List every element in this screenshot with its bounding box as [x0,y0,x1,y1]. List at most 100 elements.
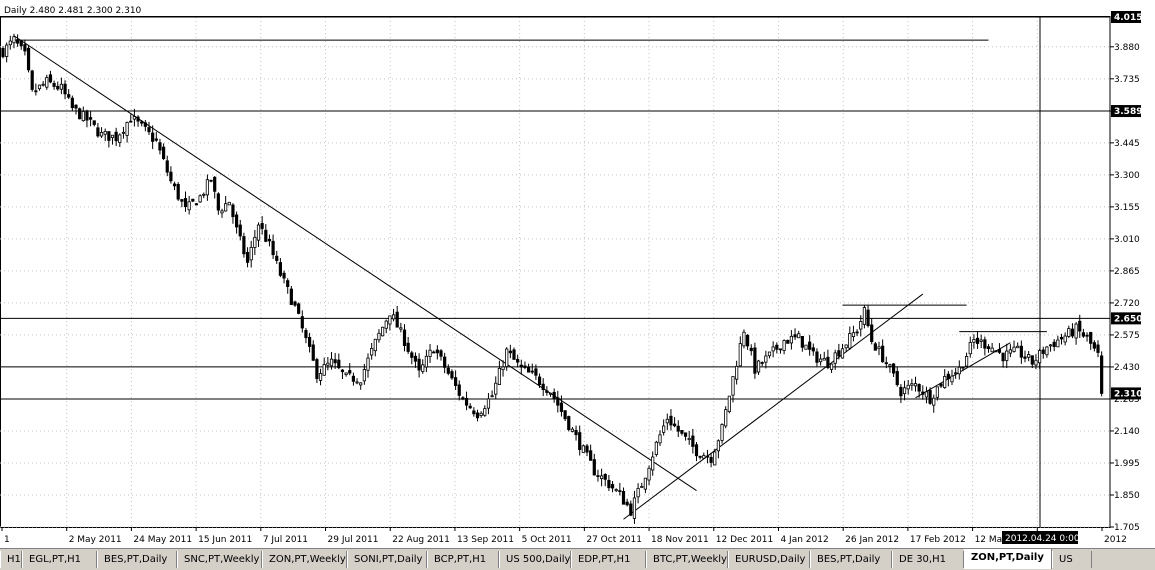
chart-tab[interactable]: EDP,PT,H1 [571,551,646,568]
candle-body [881,345,885,363]
candle [355,378,359,385]
candle-body [1019,345,1023,358]
candle-body [778,348,783,351]
candle [815,348,819,367]
chart-tab[interactable]: H1 [0,551,22,568]
candle [92,120,96,127]
candle-body [410,352,414,358]
candle [676,420,680,437]
chart-tab[interactable]: BES,PT,Daily [810,551,892,568]
candle-body [121,131,126,134]
candle-body [753,347,757,374]
candle-body [1063,335,1067,343]
chart-tab[interactable]: BTC,PT,Weekly [646,551,728,568]
candle-body [5,44,9,57]
candle-body [1096,344,1100,353]
candle-body [603,474,607,480]
candle-body [782,340,786,351]
candle [198,194,202,203]
y-tick-label: 3.445 [1114,139,1140,149]
candle-body [475,412,480,419]
candle-body [472,410,476,415]
candle-body [760,362,764,364]
candle [439,349,443,361]
candle [1100,351,1104,397]
candle [1052,339,1056,352]
candle [808,335,812,356]
candle [118,133,122,147]
candle-body [282,272,286,279]
candle-body [979,339,983,342]
chart-tab[interactable]: SNC,PT,Weekly [177,551,262,568]
candle-body [647,467,651,481]
candle-body [340,369,345,373]
price-chart[interactable]: 3.880 3.735 3.589 3.445 3.300 3.155 3.010 2.865… [0,0,1155,548]
candle [475,409,480,422]
candle-body [990,347,994,353]
x-tick-label: 29 Jul 2011 [328,535,379,545]
chart-tab[interactable]: SONI,PT,Daily [347,551,427,568]
candle-body [344,372,348,376]
candle [307,332,312,353]
candle-body [837,350,841,357]
candle-body [329,358,334,367]
chart-tab[interactable]: EGL,PT,H1 [22,551,97,568]
candle-body [1034,359,1038,366]
candle [811,343,815,356]
y-tick-label: 2.430 [1114,363,1140,373]
candle-body [136,116,140,122]
chart-tab[interactable]: ZON,PT,Weekly [262,551,347,568]
candle-body [724,409,728,427]
candle [975,330,980,349]
chart-tab[interactable]: DE 30,H1 [892,551,964,568]
candle [359,382,363,390]
candle [607,474,611,491]
candle [735,360,739,385]
chart-tab[interactable]: US 500,Daily [499,551,571,568]
chart-tab[interactable]: BES,PT,Daily [97,551,177,568]
candle [461,396,465,401]
candle-body [899,386,903,397]
candle [782,339,786,355]
candle-body [892,363,896,374]
candle-body [636,488,640,498]
candle-body [297,303,301,314]
candle-body [224,203,228,212]
candle [205,174,209,201]
candle-body [932,397,936,406]
candle [446,364,450,376]
chart-tab[interactable]: ZON,PT,Daily [964,549,1052,569]
candle-body [756,360,761,373]
candle-body [844,344,848,349]
candle-body [1005,350,1009,361]
candle-body [559,402,564,412]
candle-body [293,301,297,306]
chart-tab[interactable]: BCP,PT,H1 [427,551,499,568]
candle [574,425,578,441]
candle [78,107,82,120]
candle [848,326,852,351]
candle-body [625,501,629,506]
x-tick-label: 22 Aug 2011 [392,535,450,545]
candle [209,179,213,183]
candle [1070,323,1075,339]
candle [563,410,567,421]
candle-body [242,236,246,255]
candle-body [855,331,859,334]
candle [85,109,89,128]
candle [1,46,5,59]
candle [771,341,775,358]
chart-tab[interactable]: US [1052,551,1092,568]
candle [63,80,67,100]
chart-tab[interactable]: EURUSD,Daily [728,551,810,568]
candle-body [917,384,921,392]
candle-body [249,246,253,261]
crosshair-time-label: 2012.04.24 0:00 [1005,534,1080,544]
candle [797,330,801,339]
candle-body [439,350,443,357]
candle-body [406,342,410,352]
candle-body [304,330,308,339]
candle [603,473,607,487]
candle [610,481,615,493]
candle-body [245,251,250,263]
